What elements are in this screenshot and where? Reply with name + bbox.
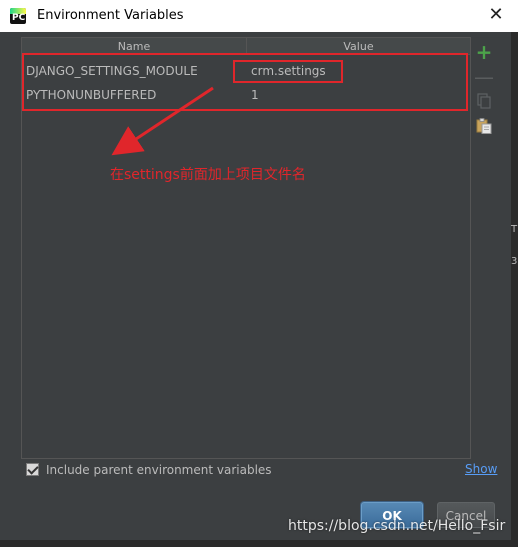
background-window-bottom: [0, 540, 518, 547]
include-parent-checkbox[interactable]: [26, 463, 39, 476]
watermark: https://blog.csdn.net/Hello_Fsir: [288, 518, 506, 534]
show-link[interactable]: Show: [465, 462, 497, 476]
annotation-note: 在settings前面加上项目文件名: [110, 167, 306, 183]
include-parent-label[interactable]: Include parent environment variables: [46, 463, 272, 477]
